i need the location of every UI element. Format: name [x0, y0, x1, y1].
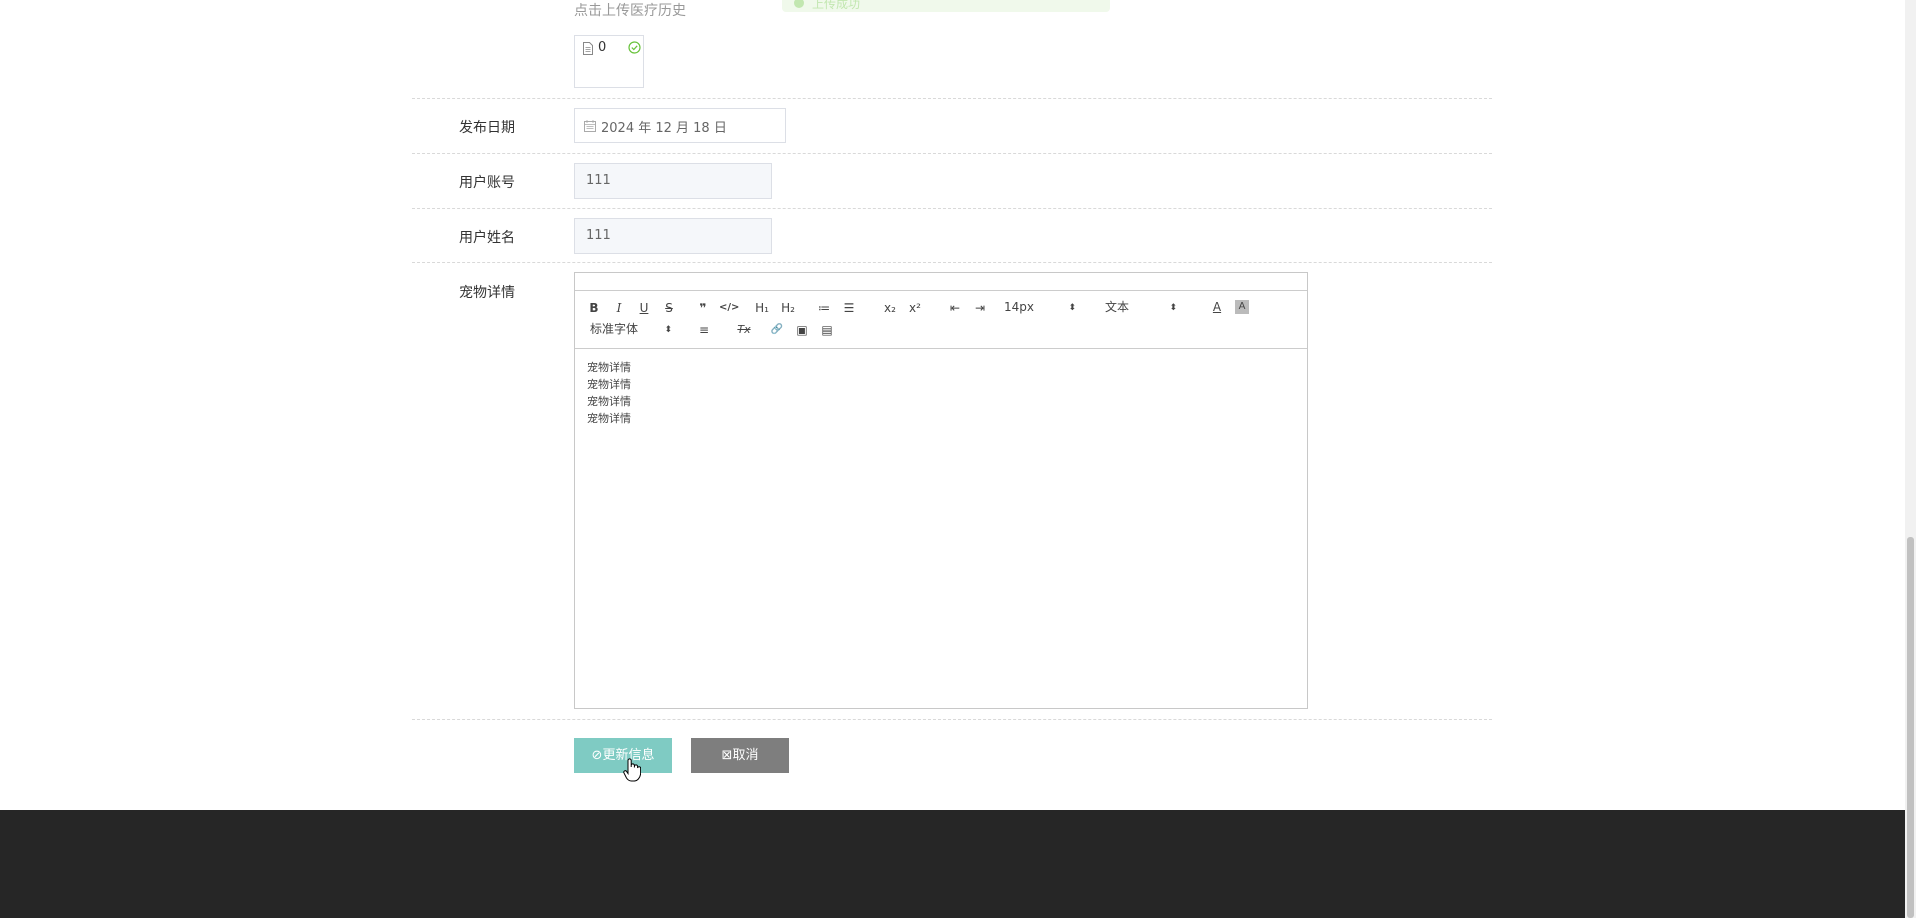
content-line: 宠物详情 [587, 395, 631, 408]
file-name: 0 [598, 40, 607, 55]
header-1-button[interactable]: H₁ [752, 300, 772, 316]
bold-button[interactable]: B [585, 300, 603, 316]
header-2-button[interactable]: H₂ [778, 300, 798, 316]
code-block-button[interactable]: </> [719, 300, 739, 316]
font-family-select[interactable]: 标准字体 ⬍ [590, 321, 672, 337]
select-arrow-icon: ⬍ [1068, 303, 1076, 313]
font-size-select[interactable]: 14px ⬍ [1004, 299, 1076, 315]
user-account-field[interactable]: 111 [574, 163, 772, 199]
cancel-button[interactable]: ⊠取消 [691, 738, 789, 773]
background-color-button[interactable]: A [1235, 300, 1249, 314]
align-button[interactable]: ≡ [695, 322, 713, 338]
pet-details-label: 宠物详情 [459, 285, 515, 301]
indent-button[interactable]: ⇥ [971, 300, 989, 316]
page: 上传成功 点击上传医疗历史 0 发布日期 2024 年 12 月 18 日 用户… [0, 0, 1905, 810]
publish-date-label: 发布日期 [459, 120, 515, 136]
row-divider [412, 153, 1492, 154]
select-arrow-icon: ⬍ [1169, 303, 1177, 313]
link-button[interactable]: 🔗 [768, 322, 786, 338]
header-select[interactable]: 文本 ⬍ [1105, 299, 1177, 315]
font-size-value: 14px [1004, 300, 1034, 314]
page-footer [0, 810, 1905, 918]
editor-content[interactable]: 宠物详情 宠物详情 宠物详情 宠物详情 [587, 359, 631, 427]
uploaded-file-card[interactable]: 0 [574, 35, 644, 88]
clean-format-button[interactable]: Tx [735, 322, 753, 338]
header-value: 文本 [1105, 300, 1130, 314]
editor-toolbar: B I U S ❞ </> H₁ H₂ ≔ ☰ x₂ x² ⇤ ⇥ 14px ⬍ [575, 290, 1307, 349]
editor-top-strip [575, 273, 1307, 291]
calendar-icon [584, 120, 596, 132]
content-line: 宠物详情 [587, 412, 631, 425]
subscript-button[interactable]: x₂ [881, 300, 899, 316]
ordered-list-button[interactable]: ≔ [815, 300, 833, 316]
select-arrow-icon: ⬍ [664, 325, 672, 335]
success-icon [794, 0, 804, 8]
success-toast: 上传成功 [782, 0, 1110, 12]
row-divider [412, 98, 1492, 99]
user-name-field[interactable]: 111 [574, 218, 772, 254]
font-family-value: 标准字体 [590, 322, 639, 336]
publish-date-value: 2024 年 12 月 18 日 [601, 121, 727, 136]
vertical-scrollbar[interactable] [1905, 0, 1916, 918]
content-line: 宠物详情 [587, 378, 631, 391]
superscript-button[interactable]: x² [906, 300, 924, 316]
italic-button[interactable]: I [610, 300, 628, 316]
toast-text: 上传成功 [812, 0, 861, 11]
rich-text-editor: B I U S ❞ </> H₁ H₂ ≔ ☰ x₂ x² ⇤ ⇥ 14px ⬍ [574, 272, 1308, 709]
video-button[interactable]: ▤ [818, 322, 836, 338]
user-account-label: 用户账号 [459, 175, 515, 191]
user-name-label: 用户姓名 [459, 230, 515, 246]
outdent-button[interactable]: ⇤ [946, 300, 964, 316]
document-icon [583, 42, 593, 55]
row-divider [412, 262, 1492, 263]
row-divider [412, 719, 1492, 720]
underline-button[interactable]: U [635, 300, 653, 316]
scrollbar-thumb[interactable] [1907, 537, 1914, 918]
strike-button[interactable]: S [660, 300, 678, 316]
publish-date-picker[interactable]: 2024 年 12 月 18 日 [574, 108, 786, 143]
image-button[interactable]: ▣ [793, 322, 811, 338]
row-divider [412, 208, 1492, 209]
text-color-button[interactable]: A [1208, 299, 1226, 315]
check-circle-icon [628, 41, 641, 54]
content-line: 宠物详情 [587, 361, 631, 374]
upload-hint[interactable]: 点击上传医疗历史 [574, 0, 686, 20]
bullet-list-button[interactable]: ☰ [840, 300, 858, 316]
blockquote-button[interactable]: ❞ [694, 300, 712, 316]
hand-cursor-icon [623, 758, 641, 782]
